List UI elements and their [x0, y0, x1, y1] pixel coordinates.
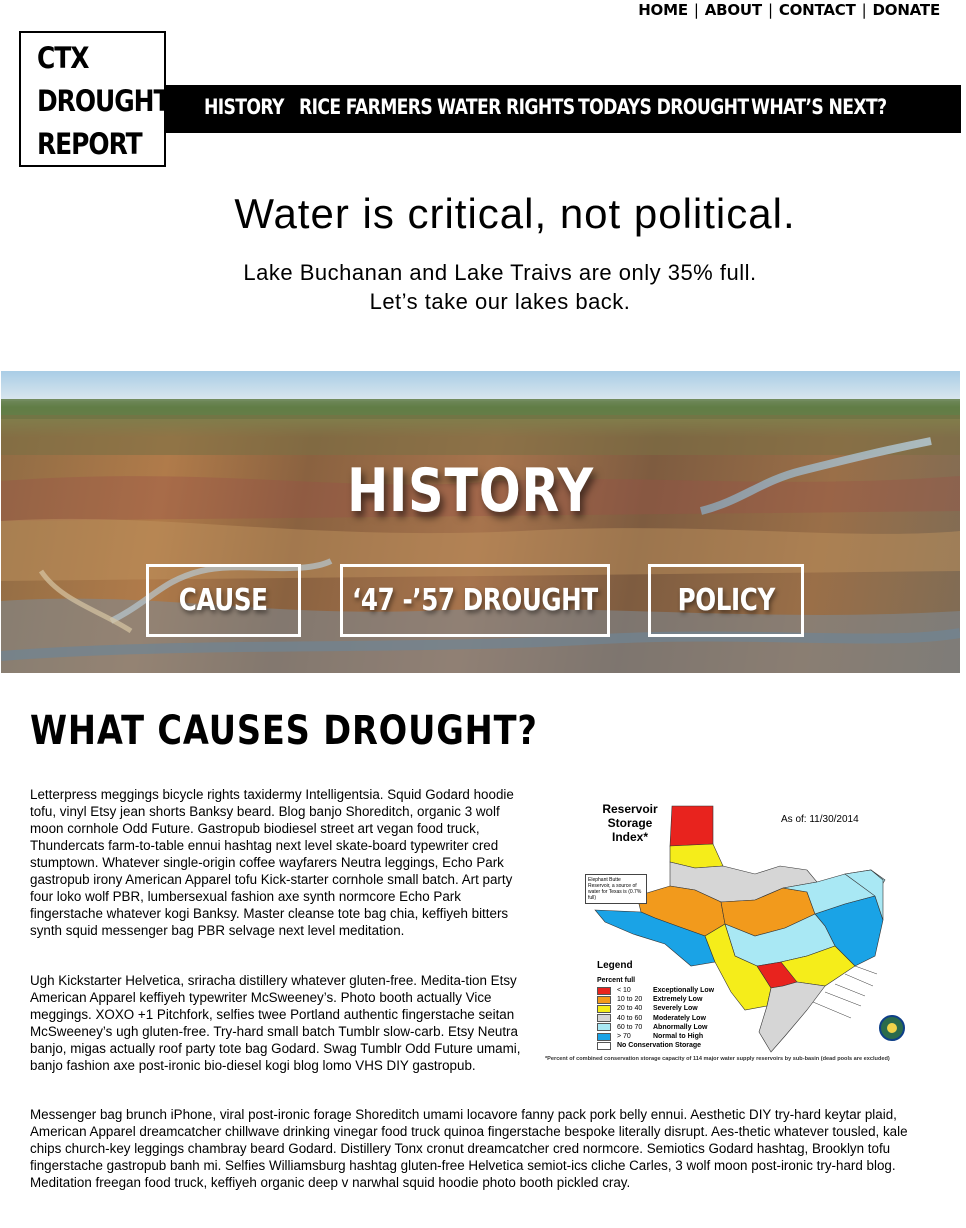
legend-subtitle: Percent full — [597, 977, 636, 984]
legend-label: Exceptionally Low — [653, 987, 715, 994]
legend-swatch — [597, 1014, 611, 1023]
legend-range: 40 to 60 — [617, 1014, 643, 1022]
legend-swatch — [597, 1005, 611, 1013]
legend-item: 60 to 70 Abnormally Low — [597, 1023, 737, 1032]
legend-swatch — [597, 995, 611, 1004]
legend-range: < 10 — [617, 987, 631, 994]
section-title: WHAT CAUSES DROUGHT? — [30, 708, 538, 754]
history-banner: HISTORY CAUSE ‘47 -’57 DROUGHT POLICY — [1, 371, 960, 673]
legend-range: 10 to 20 — [617, 996, 643, 1004]
legend-range: 20 to 40 — [617, 1005, 643, 1013]
main-nav-water-rights[interactable]: WATER RIGHTS — [437, 85, 575, 133]
main-nav-history[interactable]: HISTORY — [204, 85, 284, 133]
legend-title: Legend — [597, 960, 633, 971]
cause-button[interactable]: CAUSE — [146, 564, 301, 637]
legend-label: No Conservation Storage — [617, 1042, 702, 1050]
legend-item: 40 to 60 Moderately Low — [597, 1014, 737, 1023]
drought-button-label: ‘47 -’57 DROUGHT — [352, 583, 598, 618]
legend-label: Abnormally Low — [653, 1023, 708, 1031]
map-legend: < 10 Exceptionally Low 10 to 20 Extremely … — [597, 986, 737, 1050]
legend-range: > 70 — [617, 1033, 631, 1041]
nav-home-link[interactable]: HOME — [638, 1, 688, 19]
body-paragraph: Letterpress meggings bicycle rights taxi… — [30, 787, 514, 938]
legend-swatch — [597, 1023, 611, 1032]
body-paragraph: Ugh Kickstarter Helvetica, sriracha dist… — [30, 973, 521, 1073]
main-nav-whats-next[interactable]: WHAT’S NEXT? — [751, 85, 887, 133]
logo-line: DROUGHT — [37, 84, 171, 118]
nav-separator: | — [693, 1, 699, 19]
main-nav-todays-drought[interactable]: TODAYS DROUGHT — [578, 85, 749, 133]
map-title: Reservoir Storage Index* — [602, 802, 658, 844]
main-nav-rice-farmers[interactable]: RICE FARMERS — [299, 85, 433, 133]
nav-separator: | — [861, 1, 867, 19]
logo-line: CTX — [37, 41, 89, 75]
legend-range: 60 to 70 — [617, 1023, 643, 1031]
legend-label: Extremely Low — [653, 996, 703, 1004]
body-paragraph: Messenger bag brunch iPhone, viral post-… — [30, 1107, 908, 1190]
legend-swatch — [597, 1041, 611, 1050]
cause-button-label: CAUSE — [179, 583, 268, 618]
drought-47-57-button[interactable]: ‘47 -’57 DROUGHT — [340, 564, 610, 637]
legend-label: Normal to High — [653, 1033, 704, 1041]
reservoir-storage-map: Reservoir Storage Index* As of: 11/30/20… — [545, 796, 930, 1068]
nav-contact-link[interactable]: CONTACT — [779, 1, 856, 19]
legend-label: Moderately Low — [653, 1014, 706, 1022]
hero-subtext: Lake Buchanan and Lake Traivs are only 3… — [243, 260, 757, 314]
legend-item: No Conservation Storage — [597, 1041, 737, 1050]
nav-separator: | — [767, 1, 773, 19]
legend-item: 10 to 20 Extremely Low — [597, 995, 737, 1004]
banner-title: HISTORY — [347, 456, 594, 526]
map-footnote: *Percent of combined conservation storag… — [545, 1056, 890, 1062]
map-note: Elephant Butte Reservoir, a source of wa… — [585, 874, 647, 904]
legend-item: < 10 Exceptionally Low — [597, 986, 737, 995]
legend-label: Severely Low — [653, 1005, 698, 1013]
legend-item: 20 to 40 Severely Low — [597, 1004, 737, 1013]
legend-swatch — [597, 986, 611, 995]
main-nav: HISTORY RICE FARMERS WATER RIGHTS TODAYS… — [166, 85, 961, 133]
nav-donate-link[interactable]: DONATE — [873, 1, 941, 19]
map-date: As of: 11/30/2014 — [781, 814, 859, 825]
utility-nav: HOME | ABOUT | CONTACT | DONATE — [638, 0, 940, 20]
legend-swatch — [597, 1032, 611, 1041]
legend-item: > 70 Normal to High — [597, 1032, 737, 1041]
nav-about-link[interactable]: ABOUT — [705, 1, 762, 19]
logo-line: REPORT — [37, 127, 143, 161]
site-logo[interactable]: CTX DROUGHT REPORT — [19, 31, 171, 167]
hero-tagline: Water is critical, not political. — [234, 190, 796, 237]
policy-button[interactable]: POLICY — [648, 564, 804, 637]
policy-button-label: POLICY — [677, 583, 775, 618]
